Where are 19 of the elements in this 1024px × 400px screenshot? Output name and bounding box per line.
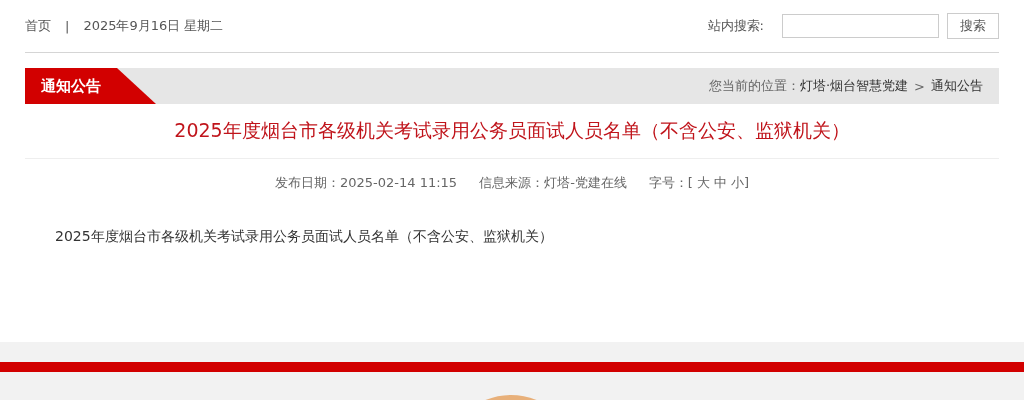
font-size-link[interactable]: 中 — [713, 174, 727, 192]
font-size-label: 字号：[ — [648, 174, 693, 192]
font-size-link[interactable]: 大 — [696, 174, 710, 192]
article-title: 2025年度烟台市各级机关考试录用公务员面试人员名单（不含公安、监狱机关） — [25, 104, 999, 159]
date-text: 2025年9月16日 星期二 — [83, 17, 224, 35]
breadcrumb-link[interactable]: 灯塔·烟台智慧党建 — [799, 77, 909, 95]
breadcrumb-link[interactable]: 通知公告 — [931, 77, 983, 95]
breadcrumb-separator: > — [914, 78, 925, 94]
home-link[interactable]: 首页 — [25, 17, 51, 35]
separator-text: | — [65, 18, 70, 34]
source-text: 信息来源：灯塔-党建在线 — [479, 174, 627, 192]
font-size-link[interactable]: 小] — [730, 174, 749, 192]
search-label: 站内搜索: — [707, 17, 764, 35]
channel-title: 通知公告 — [25, 68, 156, 104]
location-label: 您当前的位置： — [708, 77, 800, 95]
article-body: 2025年度烟台市各级机关考试录用公务员面试人员名单（不含公安、监狱机关） — [55, 228, 554, 246]
search-field[interactable] — [782, 14, 939, 38]
search-button[interactable]: 搜索 — [947, 13, 999, 39]
publish-date: 发布日期：2025-02-14 11:15 — [275, 174, 458, 192]
